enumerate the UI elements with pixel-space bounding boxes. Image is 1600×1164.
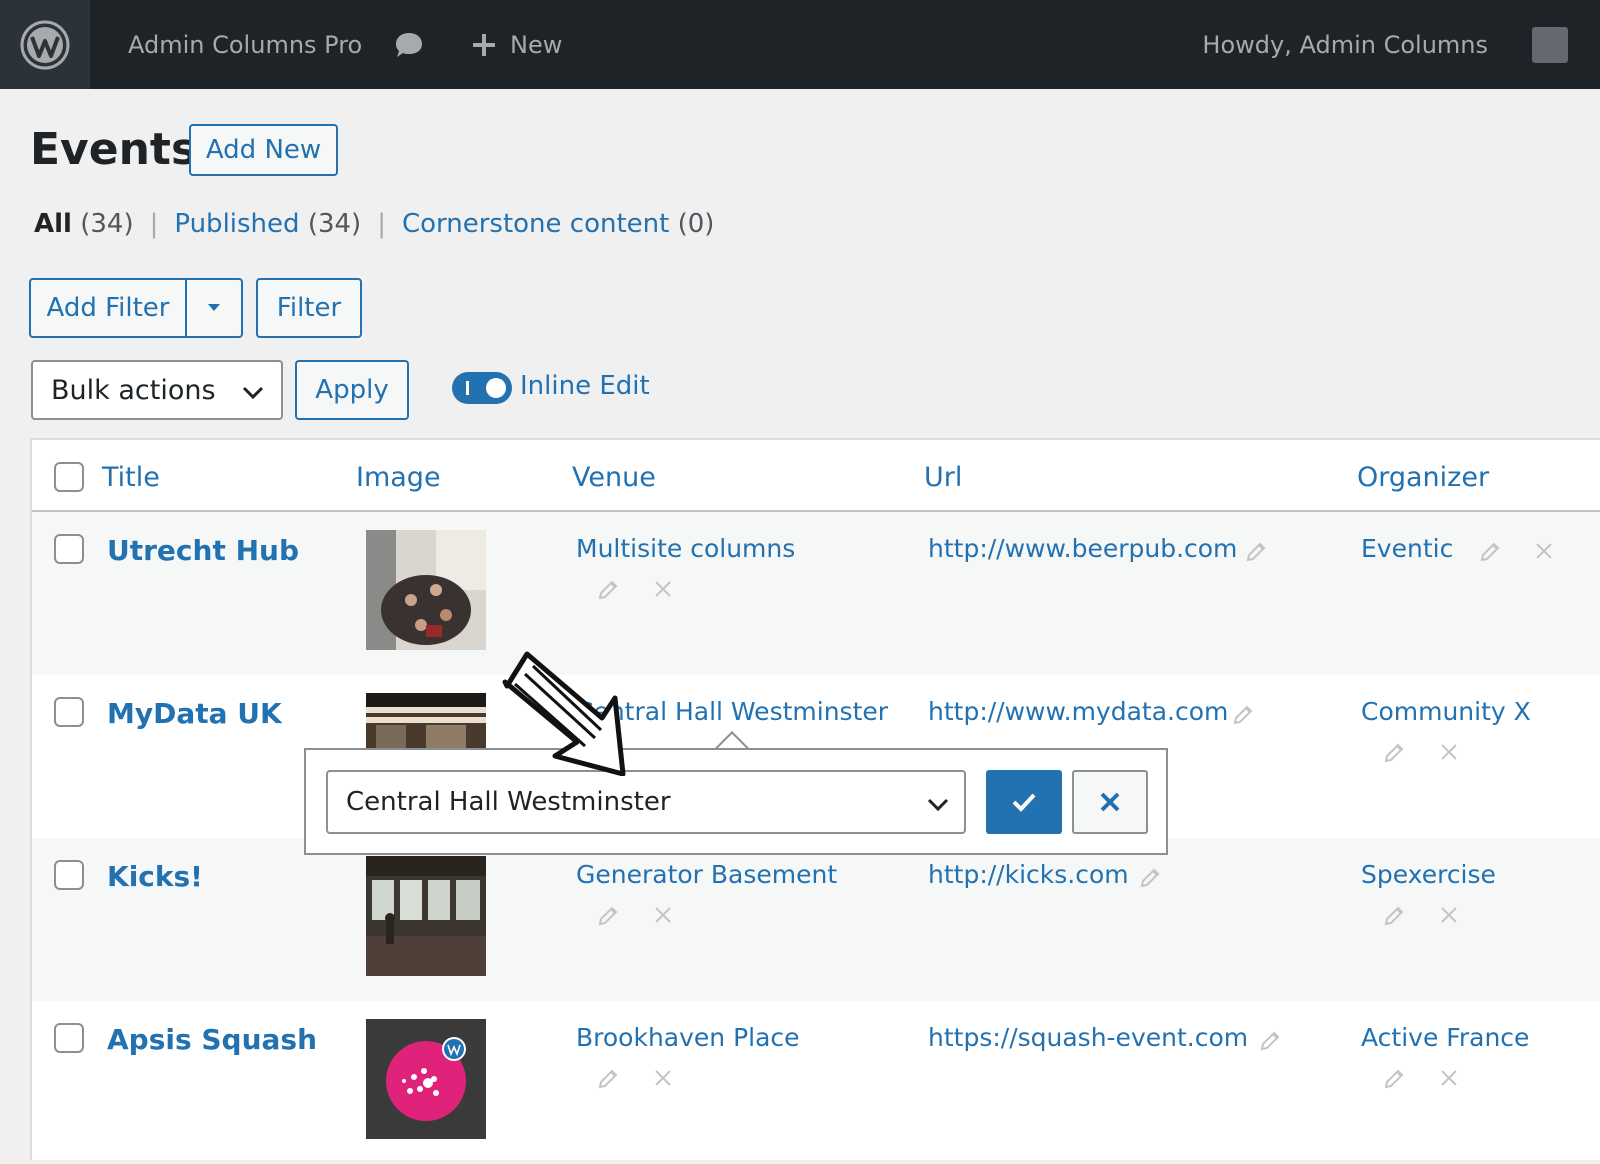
row-title-link[interactable]: Utrecht Hub (107, 534, 299, 567)
url-value[interactable]: http://www.mydata.com (928, 697, 1228, 726)
add-filter-group: Add Filter (29, 278, 243, 338)
site-name-link[interactable]: Admin Columns Pro (128, 0, 362, 89)
edit-pencil-icon[interactable] (596, 578, 620, 602)
bulk-actions-select[interactable]: Bulk actions (31, 360, 283, 420)
event-image-thumbnail (366, 530, 486, 650)
clear-x-icon[interactable] (1535, 542, 1553, 560)
url-value[interactable]: http://www.beerpub.com (928, 534, 1237, 563)
url-value[interactable]: http://kicks.com (928, 860, 1129, 889)
edit-pencil-icon[interactable] (1231, 703, 1255, 727)
add-filter-button[interactable]: Add Filter (31, 280, 187, 336)
table-row: Kicks! Generator Basement http://kicks.c… (32, 838, 1600, 1001)
clear-x-icon[interactable] (654, 580, 672, 598)
table-header: Title Image Venue Url Organizer (32, 440, 1600, 512)
page-title: Events (30, 124, 198, 175)
edit-pencil-icon[interactable] (1138, 866, 1162, 890)
venue-value[interactable]: Brookhaven Place (576, 1023, 800, 1052)
clear-x-icon[interactable] (654, 1069, 672, 1087)
annotation-arrow-icon (502, 651, 626, 776)
wordpress-icon (20, 20, 70, 69)
row-checkbox[interactable] (54, 860, 84, 890)
filter-button[interactable]: Filter (256, 278, 362, 338)
view-cornerstone-count: (0) (677, 209, 715, 239)
view-all-link[interactable]: All (34, 209, 72, 239)
edit-pencil-icon[interactable] (596, 1067, 620, 1091)
caret-down-icon (208, 304, 220, 311)
inline-edit-label[interactable]: Inline Edit (520, 371, 650, 401)
row-checkbox[interactable] (54, 1023, 84, 1053)
column-header-title[interactable]: Title (102, 462, 160, 493)
new-label: New (510, 30, 563, 59)
venue-value[interactable]: Generator Basement (576, 860, 837, 889)
edit-pencil-icon[interactable] (1382, 1067, 1406, 1091)
comment-icon (396, 32, 422, 57)
close-icon (1100, 792, 1120, 812)
bulk-actions-value: Bulk actions (51, 374, 216, 406)
column-header-image[interactable]: Image (356, 462, 441, 493)
row-checkbox[interactable] (54, 697, 84, 727)
row-checkbox[interactable] (54, 534, 84, 564)
venue-select-value: Central Hall Westminster (346, 787, 671, 817)
event-image-thumbnail (366, 1019, 486, 1139)
table-row: Utrecht Hub Multisite columns http://www… (32, 512, 1600, 675)
view-cornerstone-link[interactable]: Cornerstone content (402, 209, 669, 239)
url-value[interactable]: https://squash-event.com (928, 1023, 1248, 1052)
save-button[interactable] (986, 770, 1062, 834)
row-title-link[interactable]: Apsis Squash (107, 1023, 317, 1056)
inline-edit-popup: Central Hall Westminster (304, 748, 1168, 855)
howdy-account-link[interactable]: Howdy, Admin Columns (1202, 0, 1488, 89)
clear-x-icon[interactable] (654, 906, 672, 924)
chevron-down-icon (927, 798, 949, 812)
column-header-organizer[interactable]: Organizer (1357, 462, 1489, 493)
clear-x-icon[interactable] (1440, 743, 1458, 761)
new-content-button[interactable]: New (472, 0, 562, 89)
row-title-link[interactable]: Kicks! (107, 860, 203, 893)
event-image-thumbnail (366, 856, 486, 976)
comments-button[interactable] (394, 0, 424, 89)
edit-pencil-icon[interactable] (596, 904, 620, 928)
admin-bar: Admin Columns Pro New Howdy, Admin Colum… (0, 0, 1600, 89)
table-row: Apsis Squash Brookhaven Place https://sq… (32, 1001, 1600, 1164)
view-filters: All (34) | Published (34) | Cornerstone … (34, 209, 714, 239)
organizer-value[interactable]: Eventic (1361, 534, 1453, 563)
add-new-button[interactable]: Add New (189, 124, 338, 176)
wordpress-logo-button[interactable] (0, 0, 90, 89)
separator: | (377, 209, 386, 239)
toggle-on-indicator (466, 381, 469, 395)
add-filter-dropdown-toggle[interactable] (187, 280, 241, 336)
separator: | (149, 209, 159, 239)
plus-icon (473, 33, 495, 56)
organizer-value[interactable]: Community X (1361, 697, 1531, 726)
organizer-value[interactable]: Spexercise (1361, 860, 1496, 889)
edit-pencil-icon[interactable] (1382, 904, 1406, 928)
venue-value[interactable]: Multisite columns (576, 534, 795, 563)
venue-select[interactable]: Central Hall Westminster (326, 770, 966, 834)
column-header-venue[interactable]: Venue (572, 462, 656, 493)
chevron-down-icon (242, 386, 264, 400)
apply-button[interactable]: Apply (295, 360, 409, 420)
view-all-count: (34) (80, 209, 134, 239)
edit-pencil-icon[interactable] (1382, 741, 1406, 765)
view-published-link[interactable]: Published (174, 209, 299, 239)
cancel-button[interactable] (1072, 770, 1148, 834)
edit-pencil-icon[interactable] (1258, 1029, 1282, 1053)
inline-edit-toggle[interactable] (452, 372, 512, 404)
clear-x-icon[interactable] (1440, 1069, 1458, 1087)
edit-pencil-icon[interactable] (1244, 540, 1268, 564)
toggle-knob (486, 378, 506, 398)
view-published-count: (34) (307, 209, 362, 239)
row-title-link[interactable]: MyData UK (107, 697, 282, 730)
column-header-url[interactable]: Url (924, 462, 962, 493)
avatar[interactable] (1532, 27, 1568, 63)
select-all-checkbox[interactable] (54, 462, 84, 492)
edit-pencil-icon[interactable] (1478, 540, 1502, 564)
organizer-value[interactable]: Active France (1361, 1023, 1529, 1052)
checkmark-icon (1012, 793, 1036, 812)
clear-x-icon[interactable] (1440, 906, 1458, 924)
